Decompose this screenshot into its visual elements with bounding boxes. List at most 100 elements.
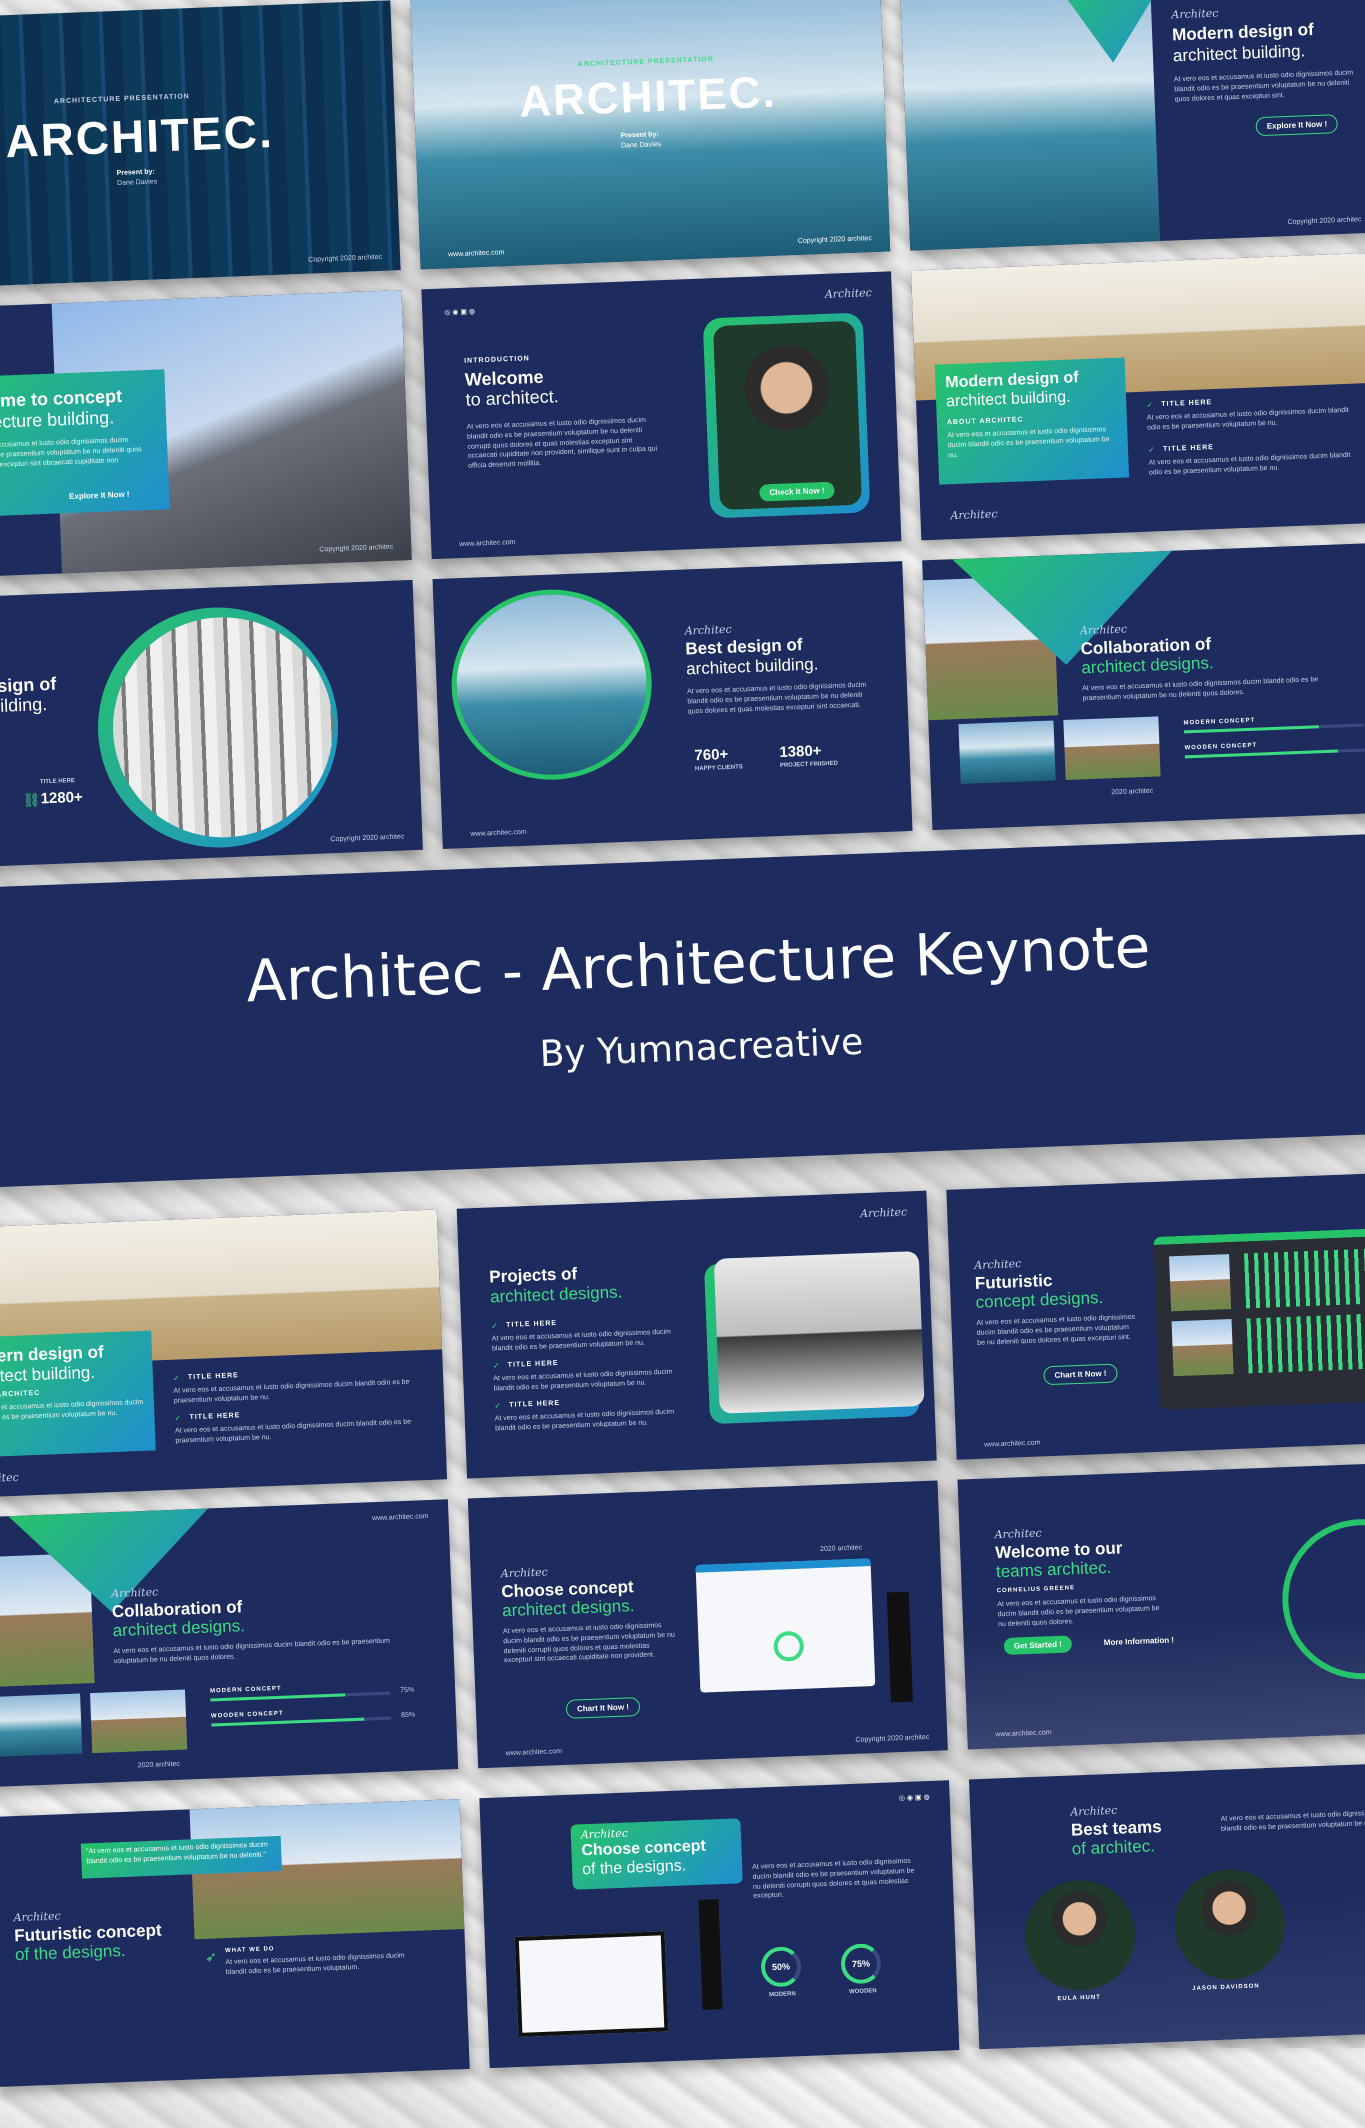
check-icon: ✓ bbox=[172, 1373, 180, 1383]
body-text: At vero eos et accusamus et iusto odio d… bbox=[752, 1857, 915, 1901]
what-we-do-label: WHAT WE DO bbox=[224, 1946, 275, 1955]
check-icon: ✓ bbox=[494, 1401, 502, 1411]
rocket-icon: ➶ bbox=[204, 1948, 218, 1965]
mockup-bars-2 bbox=[1246, 1313, 1365, 1374]
script-logo: Architec bbox=[13, 1909, 61, 1925]
explore-button[interactable]: Explore It Now ! bbox=[1255, 114, 1339, 137]
member-name-2: JASON DAVIDSON bbox=[1192, 1983, 1260, 1993]
item-title: TITLE HERE bbox=[187, 1372, 239, 1382]
slide-futuristic-2: "At vero eos et accusamus et iusto odio … bbox=[0, 1799, 470, 2087]
portrait-photo bbox=[713, 320, 862, 511]
slide-title-line2: architect designs. bbox=[501, 1596, 635, 1621]
item-title: TITLE HERE bbox=[509, 1399, 561, 1409]
body-text: At vero eos et accusamus et iusto odio d… bbox=[1173, 69, 1354, 103]
member-photo-2 bbox=[1172, 1867, 1287, 1982]
item-text: At vero eos et accusamus et iusto odio d… bbox=[1148, 451, 1351, 477]
body-text: At vero eos et accusamus et iusto odio d… bbox=[113, 1637, 391, 1665]
item-text: At vero eos et accusamus et iusto odio d… bbox=[494, 1408, 675, 1433]
slide-title-line2: architect designs. bbox=[112, 1616, 246, 1641]
progress-label-modern: MODERN bbox=[769, 1991, 796, 1999]
body-text: At vero eos et accusamus et iusto odio d… bbox=[466, 416, 658, 470]
progress-fill-2 bbox=[211, 1717, 365, 1727]
year-label: 2020 architec bbox=[819, 1544, 863, 1554]
item-title: TITLE HERE bbox=[506, 1319, 558, 1329]
item-text: At vero eos et accusamus et iusto odio d… bbox=[174, 1418, 412, 1445]
member-name-1: EULA HUNT bbox=[1057, 1994, 1102, 2003]
website-url: www.architec.com bbox=[984, 1439, 1041, 1449]
progress-ring-modern: 50% bbox=[760, 1946, 802, 1988]
cover-title: ARCHITEC. bbox=[518, 67, 778, 127]
check-button[interactable]: Check It Now ! bbox=[759, 481, 835, 502]
slide-welcome: ◎ ◉ ▣ ◍ Architec INTRODUCTION Welcome to… bbox=[421, 271, 902, 560]
more-info-button[interactable]: More Information ! bbox=[1094, 1631, 1185, 1651]
copyright: Copyright 2020 architec bbox=[330, 833, 405, 844]
slide-collab-top: Architec Collaboration of architect desi… bbox=[922, 542, 1365, 831]
mockup-bars-1 bbox=[1243, 1248, 1365, 1309]
script-logo: Architec bbox=[824, 286, 873, 301]
item-title: TITLE HERE bbox=[189, 1412, 241, 1422]
progress-fill-1 bbox=[210, 1693, 346, 1702]
browser-mockup bbox=[695, 1558, 876, 1693]
slide-title-line2: architect building. bbox=[685, 654, 819, 679]
slide-title-line2: architect building. bbox=[1172, 41, 1306, 66]
cover-tag: ARCHITECTURE PRESENTATION bbox=[53, 93, 190, 106]
script-logo: Architec bbox=[950, 507, 998, 523]
website-url: www.architec.com bbox=[470, 828, 527, 838]
explore-button[interactable]: Explore It Now ! bbox=[59, 485, 140, 505]
chart-button[interactable]: Chart It Now ! bbox=[565, 1697, 641, 1719]
slide-title-line2: architect building. bbox=[0, 694, 48, 719]
slide-title-line2: of the designs. bbox=[14, 1940, 126, 1965]
person-figure bbox=[698, 1899, 723, 2010]
script-logo: Architec bbox=[1079, 622, 1128, 638]
copyright: Copyright 2020 architec bbox=[1287, 216, 1362, 227]
cover-presenter: Dane Davies bbox=[620, 141, 662, 150]
progress-label-wooden: WOODEN bbox=[848, 1988, 877, 1996]
bar-label-2: WOODEN CONCEPT bbox=[210, 1710, 284, 1720]
slide-design-atrium: Modern design of architect building. TIT… bbox=[0, 579, 423, 868]
body-text: At vero eos et accusamus et iusto odio d… bbox=[1220, 1809, 1365, 1833]
website-url: www.architec.com bbox=[505, 1748, 563, 1758]
portrait-circle bbox=[1279, 1516, 1365, 1683]
slide-welcome-team: Architec Welcome to our teams architec. … bbox=[957, 1461, 1365, 1750]
mockup-photo-2 bbox=[1171, 1319, 1234, 1377]
website-url-top: www.architec.com bbox=[371, 1513, 429, 1523]
stat-clients: 760+ bbox=[694, 745, 729, 765]
progress-ring-wooden: 75% bbox=[840, 1942, 882, 1985]
bar-label-1: MODERN CONCEPT bbox=[1183, 717, 1256, 727]
slide-title-line2: teams architec. bbox=[995, 1557, 1112, 1582]
check-icon: ✓ bbox=[491, 1321, 499, 1331]
bar-label-1: MODERN CONCEPT bbox=[209, 1685, 282, 1695]
script-logo: Architec bbox=[0, 1470, 19, 1486]
slide-collab-bottom: www.architec.com Architec Collaboration … bbox=[0, 1499, 459, 1788]
script-logo: Architec bbox=[974, 1257, 1022, 1272]
stat-clients-label: HAPPY CLIENTS bbox=[694, 764, 743, 773]
stat-label: TITLE HERE bbox=[39, 778, 76, 786]
bar-pct-2: 85% bbox=[400, 1711, 416, 1720]
copyright: Copyright 2020 architec bbox=[308, 253, 383, 264]
item-text: At vero eos et accusamus et iusto odio d… bbox=[173, 1378, 410, 1405]
script-logo: Architec bbox=[1171, 6, 1219, 22]
slide-choose-2: ◎ ◉ ▣ ◍ Architec Choose concept of the d… bbox=[479, 1780, 960, 2069]
slide-futuristic: Architec Futuristic concept designs. At … bbox=[946, 1171, 1365, 1460]
script-logo: Architec bbox=[859, 1205, 908, 1221]
website-url: www.architec.com bbox=[459, 538, 516, 549]
item-title: TITLE HERE bbox=[1162, 444, 1215, 454]
laptop-illustration bbox=[514, 1931, 669, 2037]
chart-button[interactable]: Chart It Now ! bbox=[1043, 1363, 1118, 1386]
link-icon: ⛓ bbox=[22, 791, 41, 809]
social-icons: ◎ ◉ ▣ ◍ bbox=[898, 1793, 930, 1803]
body-text: At vero eos et accusamus et iusto odio d… bbox=[686, 681, 867, 716]
bar-pct-1: 75% bbox=[400, 1686, 415, 1695]
copyright: Copyright 2020 architec bbox=[855, 1733, 930, 1744]
script-logo: Architec bbox=[500, 1565, 549, 1581]
item-title: TITLE HERE bbox=[507, 1359, 559, 1369]
thumb-photo-2 bbox=[90, 1689, 188, 1754]
interior-photo bbox=[713, 1251, 925, 1414]
cover-title: ARCHITEC. bbox=[4, 104, 275, 168]
slide-title-line2: concept designs. bbox=[975, 1287, 1104, 1312]
slide-cover-dark: ARCHITECTURE PRESENTATION ARCHITEC. Pres… bbox=[0, 0, 401, 289]
bar-label-2: WOODEN CONCEPT bbox=[1184, 742, 1258, 752]
body-text: At vero eos et accusamus et iusto odio d… bbox=[225, 1952, 405, 1976]
mockup-photo-1 bbox=[1169, 1254, 1232, 1312]
get-started-button[interactable]: Get Started ! bbox=[1003, 1635, 1073, 1656]
